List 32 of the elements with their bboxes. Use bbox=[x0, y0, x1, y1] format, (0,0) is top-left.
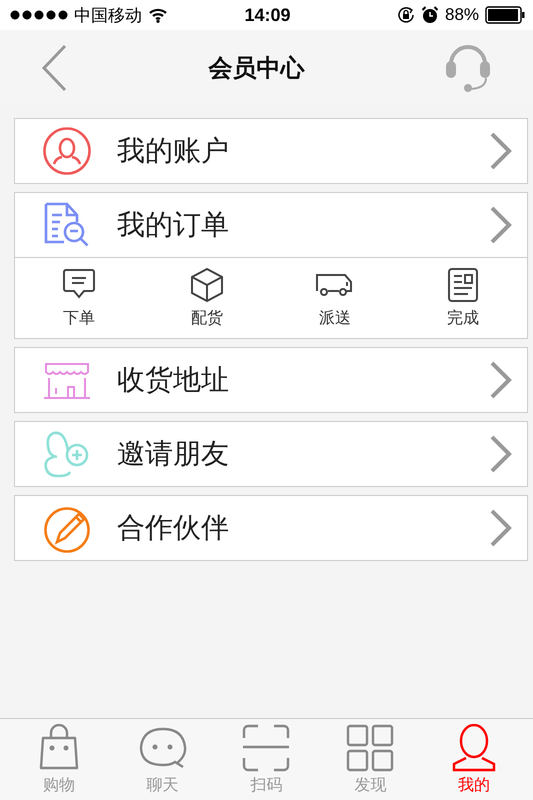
battery-percent: 88% bbox=[444, 5, 480, 25]
grid-icon bbox=[346, 724, 394, 772]
truck-icon bbox=[315, 271, 355, 299]
menu-item[interactable]: 我的订单 bbox=[15, 193, 527, 257]
chevron-right-icon bbox=[489, 435, 513, 473]
menu-item[interactable]: 邀请朋友 bbox=[15, 422, 527, 486]
scan-icon bbox=[242, 724, 290, 772]
customer-service-button[interactable] bbox=[443, 44, 493, 92]
clock-time: 14:09 bbox=[244, 4, 291, 26]
chevron-right-icon bbox=[489, 361, 513, 399]
page-title: 会员中心 bbox=[208, 54, 304, 84]
battery-icon bbox=[485, 6, 526, 24]
tab-item[interactable]: 我的 bbox=[422, 719, 526, 800]
chat-bubble-icon bbox=[138, 725, 187, 771]
menu-item[interactable]: 合作伙伴 bbox=[15, 496, 527, 560]
alarm-icon bbox=[420, 6, 439, 24]
rotation-lock-icon bbox=[396, 6, 415, 24]
order-status-button[interactable]: 下单 bbox=[15, 258, 143, 338]
box-icon bbox=[189, 267, 225, 303]
chevron-right-icon bbox=[489, 132, 513, 170]
receipt-icon bbox=[447, 267, 479, 303]
wifi-icon bbox=[148, 7, 168, 23]
headset-icon bbox=[443, 44, 493, 92]
order-status-button[interactable]: 配货 bbox=[143, 258, 271, 338]
chevron-right-icon bbox=[489, 509, 513, 547]
chevron-right-icon bbox=[489, 206, 513, 244]
menu-item[interactable]: 我的账户 bbox=[15, 119, 527, 183]
carrier-name: 中国移动 bbox=[74, 4, 142, 26]
signal-icon bbox=[10, 10, 68, 20]
order-status-button[interactable]: 派送 bbox=[271, 258, 399, 338]
menu-item[interactable]: 收货地址 bbox=[15, 348, 527, 412]
order-status-button[interactable]: 完成 bbox=[399, 258, 527, 338]
